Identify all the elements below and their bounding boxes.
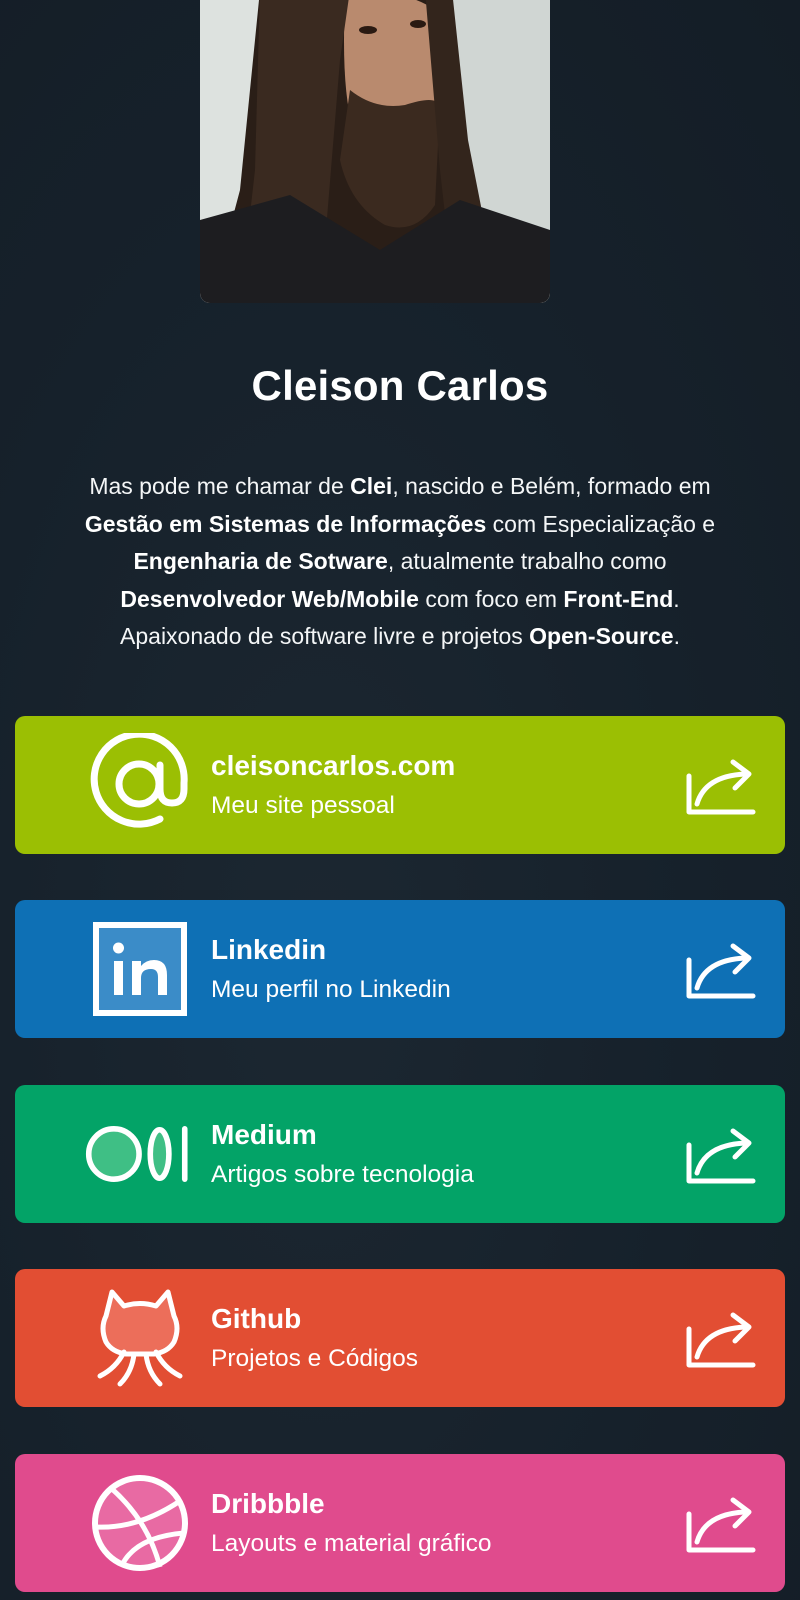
share-icon[interactable] (683, 754, 759, 818)
bio-highlight: Desenvolvedor Web/Mobile (120, 585, 419, 612)
share-icon[interactable] (683, 1123, 759, 1187)
link-subtitle: Projetos e Códigos (211, 1345, 419, 1372)
link-subtitle: Artigos sobre tecnologia (211, 1161, 474, 1188)
bio-highlight: Clei (350, 473, 393, 499)
bio-line: Engenharia de Sotware, atualmente trabal… (30, 543, 770, 581)
at-sign-icon (85, 731, 195, 839)
bio-text: , atualmente trabalho como (387, 548, 667, 574)
bio-highlight: Engenharia de Sotware (133, 548, 388, 574)
bio-line: Mas pode me chamar de Clei, nascido e Be… (30, 468, 770, 506)
link-title: Dribbble (211, 1488, 325, 1519)
link-card-dribbble[interactable]: Dribbble Layouts e material gráfico (15, 1454, 785, 1592)
bio-text: com foco em (418, 585, 564, 612)
share-icon[interactable] (683, 1492, 759, 1556)
bio-highlight: Front-End (563, 585, 674, 612)
share-icon[interactable] (683, 938, 759, 1002)
bio-line: Apaixonado de software livre e projetos … (30, 618, 770, 656)
link-title: Medium (211, 1119, 317, 1150)
bio-text: . (673, 623, 680, 649)
linkedin-icon (85, 915, 195, 1023)
github-icon (85, 1284, 195, 1392)
link-subtitle: Layouts e material gráfico (211, 1530, 492, 1557)
bio-line: Desenvolvedor Web/Mobile com foco em Fro… (30, 581, 770, 619)
link-title: cleisoncarlos.com (211, 750, 456, 781)
bio-text: . (673, 585, 680, 612)
profile-name: Cleison Carlos (251, 362, 549, 409)
share-icon[interactable] (683, 1307, 759, 1371)
link-card-cleisoncarlos-com[interactable]: cleisoncarlos.com Meu site pessoal (15, 716, 785, 854)
bio-highlight: Open-Source (529, 623, 674, 649)
link-title: Linkedin (211, 934, 327, 965)
profile-page: Cleison Carlos Mas pode me chamar de Cle… (0, 0, 800, 1600)
link-subtitle: Meu perfil no Linkedin (211, 976, 451, 1003)
link-subtitle: Meu site pessoal (211, 792, 395, 819)
profile-photo (200, 0, 550, 303)
link-card-linkedin[interactable]: Linkedin Meu perfil no Linkedin (15, 900, 785, 1038)
bio-text: Apaixonado de software livre e projetos (120, 623, 530, 649)
link-title: Github (211, 1303, 302, 1334)
bio-line: Gestão em Sistemas de Informações com Es… (30, 506, 770, 544)
link-card-medium[interactable]: Medium Artigos sobre tecnologia (15, 1085, 785, 1223)
link-card-github[interactable]: Github Projetos e Códigos (15, 1269, 785, 1407)
bio-highlight: Gestão em Sistemas de Informações (84, 510, 487, 537)
dribbble-icon (85, 1469, 195, 1577)
profile-bio: Mas pode me chamar de Clei, nascido e Be… (30, 468, 770, 656)
medium-icon (85, 1100, 195, 1208)
bio-text: com Especialização e (486, 510, 716, 537)
bio-text: , nascido e Belém, formado em (392, 473, 711, 499)
bio-text: Mas pode me chamar de (89, 473, 351, 499)
